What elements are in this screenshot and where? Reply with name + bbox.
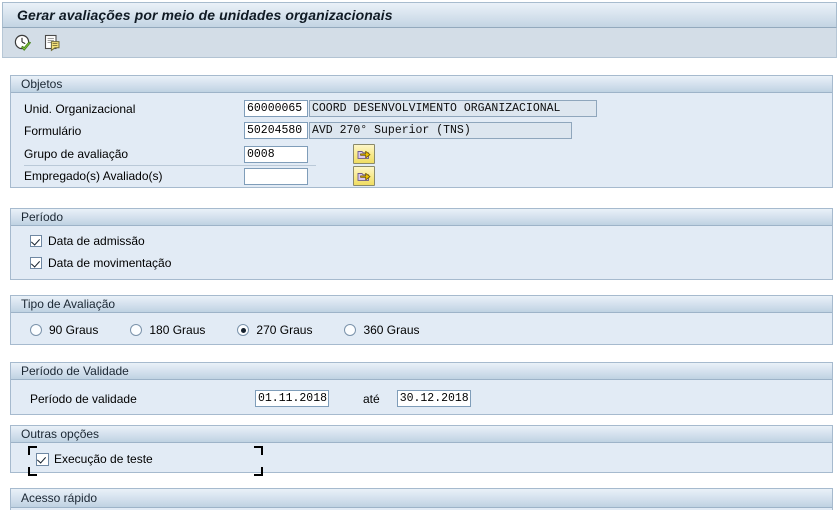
group-objetos-header: Objetos	[11, 76, 832, 93]
radio-label-270-graus: 270 Graus	[256, 323, 313, 337]
checkbox-label-data-movimentacao: Data de movimentação	[48, 256, 172, 270]
label-date-separator: até	[363, 391, 380, 406]
input-grupo-avaliacao[interactable]: 0008	[244, 145, 308, 163]
page-title: Gerar avaliações por meio de unidades or…	[17, 7, 393, 23]
checkbox-label-execucao-teste: Execução de teste	[54, 452, 153, 466]
focus-bracket-bottom-right-icon	[254, 467, 263, 476]
input-formulario-desc: AVD 270° Superior (TNS)	[309, 122, 572, 139]
group-periodo-validade-body: Período de validade 01.11.2018 até 30.12…	[11, 380, 832, 414]
window-title-bar: Gerar avaliações por meio de unidades or…	[2, 2, 837, 28]
radio-90-graus[interactable]	[30, 324, 42, 336]
input-date-to[interactable]: 30.12.2018	[396, 390, 471, 407]
label-formulario: Formulário	[24, 123, 82, 138]
group-outras-opcoes: Outras opções Execução de teste	[10, 425, 833, 476]
group-outras-opcoes-header: Outras opções	[11, 426, 832, 443]
input-date-from[interactable]: 01.11.2018	[255, 390, 329, 407]
radio-label-360-graus: 360 Graus	[363, 323, 420, 337]
checkbox-execucao-teste[interactable]	[36, 452, 49, 466]
radio-270-graus[interactable]	[237, 324, 250, 336]
input-unid-organizacional-desc: COORD DESENVOLVIMENTO ORGANIZACIONAL	[309, 100, 597, 117]
checkbox-row-execucao-teste[interactable]: Execução de teste	[36, 452, 153, 466]
multiple-selection-button-empregados-avaliados[interactable]	[353, 166, 375, 186]
sap-selection-screen: Gerar avaliações por meio de unidades or…	[0, 0, 839, 510]
checkbox-row-data-admissao[interactable]: Data de admissão	[30, 234, 145, 248]
group-outras-opcoes-body: Execução de teste	[11, 443, 832, 476]
radio-option-270-graus[interactable]: 270 Graus	[237, 323, 312, 337]
checkbox-label-data-admissao: Data de admissão	[48, 234, 145, 248]
input-empregados-avaliados[interactable]	[244, 167, 308, 185]
execute-background-icon[interactable]	[42, 32, 64, 54]
radio-option-90-graus[interactable]: 90 Graus	[30, 323, 98, 337]
group-objetos: Objetos Unid. Organizacional 60000065 CO…	[10, 75, 833, 188]
focus-bracket-top-right-icon	[254, 446, 263, 455]
group-tipo-avaliacao-body: 90 Graus 180 Graus 270 Graus 360 Graus	[11, 313, 832, 344]
group-periodo: Período Data de admissão Data de movimen…	[10, 208, 833, 280]
field-row-empregados-avaliados: Empregado(s) Avaliado(s)	[11, 166, 375, 186]
radio-label-90-graus: 90 Graus	[49, 323, 99, 337]
checkbox-data-admissao[interactable]	[30, 235, 42, 247]
arrow-right-folder-icon	[357, 172, 371, 181]
field-row-formulario: Formulário 50204580 AVD 270° Superior (T…	[11, 122, 572, 139]
label-unid-organizacional: Unid. Organizacional	[24, 101, 136, 116]
group-tipo-avaliacao-header: Tipo de Avaliação	[11, 296, 832, 313]
radio-option-360-graus[interactable]: 360 Graus	[344, 323, 420, 337]
label-grupo-avaliacao: Grupo de avaliação	[24, 147, 129, 161]
group-periodo-header: Período	[11, 209, 832, 226]
radio-option-180-graus[interactable]: 180 Graus	[130, 323, 205, 337]
field-row-grupo-avaliacao: Grupo de avaliação 0008	[11, 144, 375, 164]
radio-group-tipo-avaliacao: 90 Graus 180 Graus 270 Graus 360 Graus	[30, 323, 420, 337]
application-toolbar	[2, 28, 837, 58]
arrow-right-folder-icon	[357, 150, 371, 159]
group-objetos-body: Unid. Organizacional 60000065 COORD DESE…	[11, 93, 832, 187]
input-formulario-key[interactable]: 50204580	[244, 122, 308, 139]
group-tipo-avaliacao: Tipo de Avaliação 90 Graus 180 Graus 270…	[10, 295, 833, 345]
multiple-selection-button-grupo-avaliacao[interactable]	[353, 144, 375, 164]
label-empregados-avaliados: Empregado(s) Avaliado(s)	[24, 169, 163, 183]
execute-icon[interactable]	[12, 32, 34, 54]
checkbox-row-data-movimentacao[interactable]: Data de movimentação	[30, 256, 171, 270]
input-unid-organizacional-key[interactable]: 60000065	[244, 100, 308, 117]
group-periodo-validade-header: Período de Validade	[11, 363, 832, 380]
group-acesso-rapido-header: Acesso rápido	[11, 489, 832, 508]
checkbox-data-movimentacao[interactable]	[30, 257, 42, 269]
group-acesso-rapido: Acesso rápido	[10, 488, 833, 510]
radio-180-graus[interactable]	[130, 324, 143, 336]
focus-bracket-bottom-left-icon	[28, 467, 37, 476]
label-periodo-validade: Período de validade	[30, 391, 137, 406]
field-row-periodo-validade: Período de validade 01.11.2018 até 30.12…	[11, 390, 471, 407]
radio-360-graus[interactable]	[344, 324, 357, 336]
field-row-unid-organizacional: Unid. Organizacional 60000065 COORD DESE…	[11, 100, 597, 117]
group-periodo-body: Data de admissão Data de movimentação	[11, 226, 832, 279]
radio-label-180-graus: 180 Graus	[149, 323, 206, 337]
group-periodo-validade: Período de Validade Período de validade …	[10, 362, 833, 415]
